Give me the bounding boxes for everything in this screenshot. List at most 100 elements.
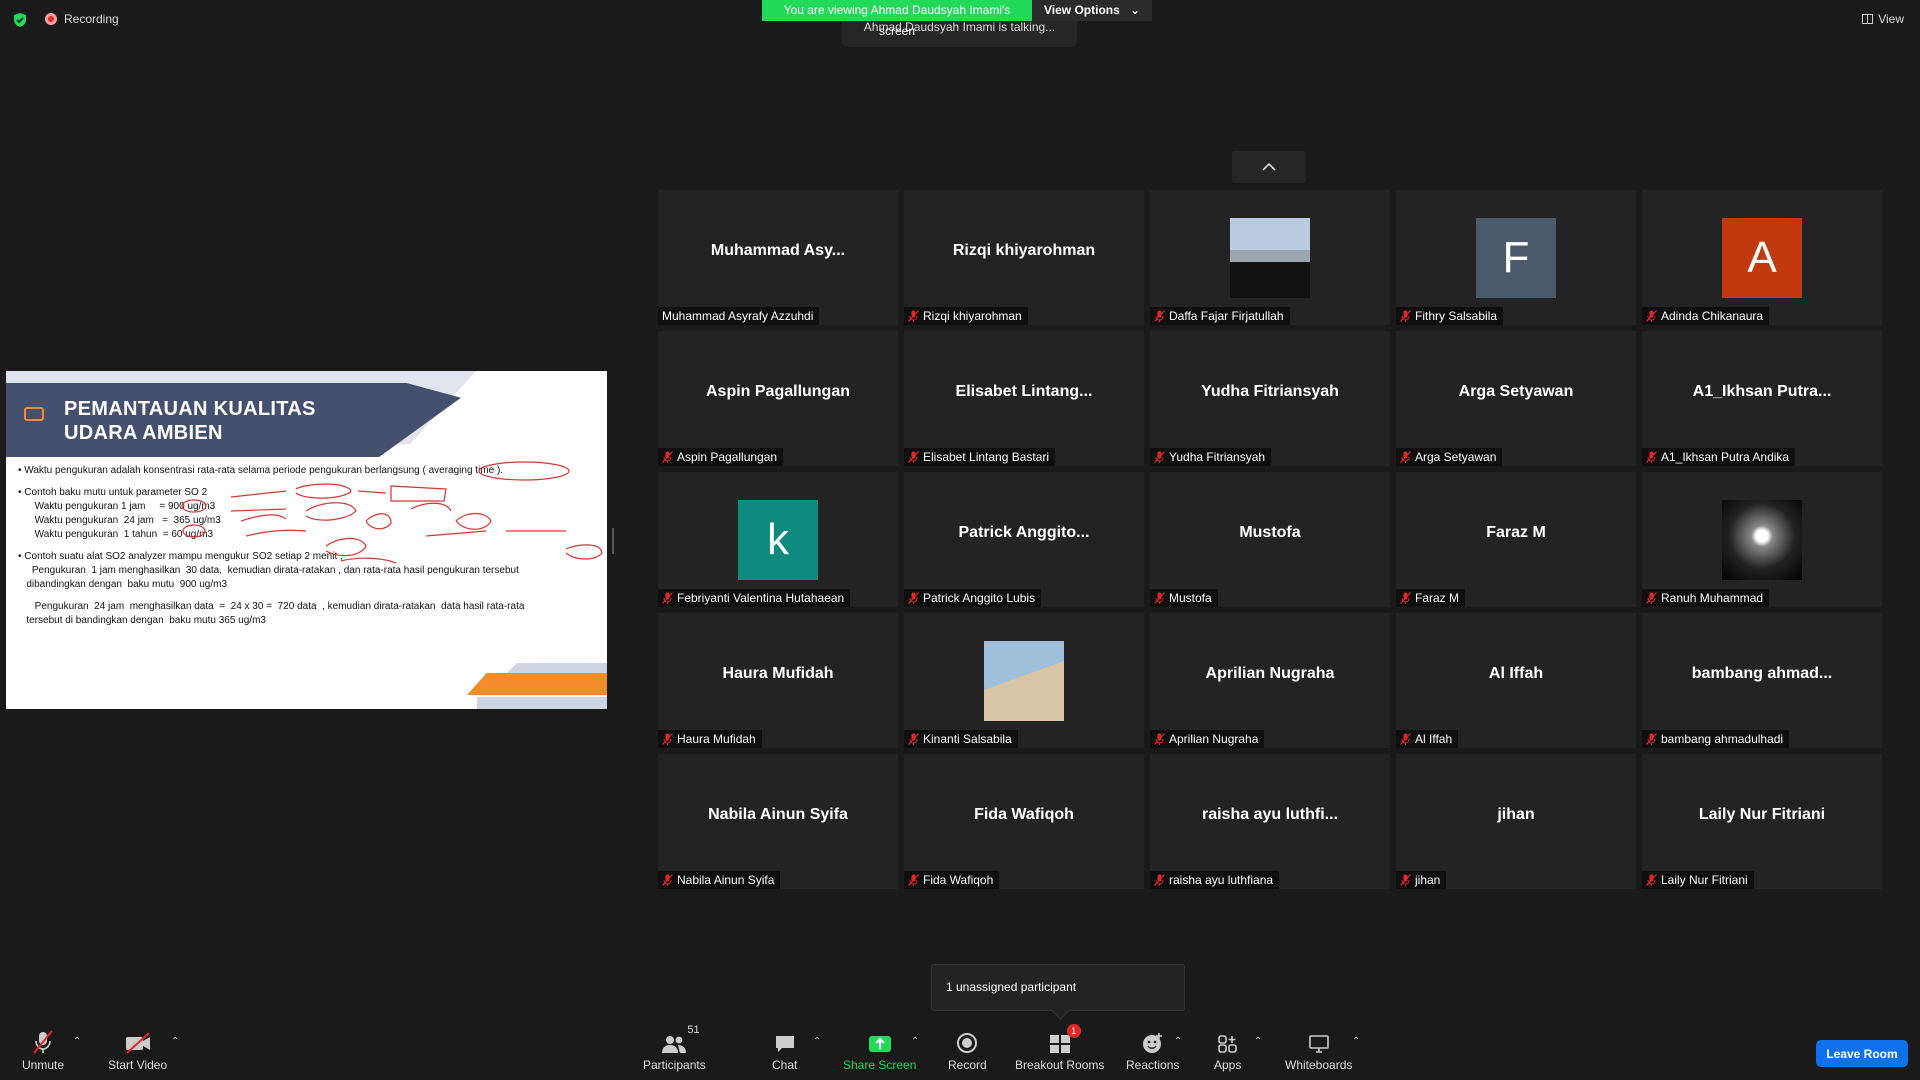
split-view-handle[interactable] xyxy=(612,528,614,554)
breakout-rooms-button[interactable]: 1 Breakout Rooms xyxy=(1015,1024,1104,1072)
apps-options-caret[interactable]: ⌃ xyxy=(1254,1036,1262,1047)
mic-muted-icon xyxy=(1154,451,1165,463)
participant-tile[interactable]: F Fithry Salsabila xyxy=(1396,190,1636,325)
participant-tile[interactable]: Elisabet Lintang... Elisabet Lintang Bast… xyxy=(904,331,1144,466)
participant-tile[interactable]: Kinanti Salsabila xyxy=(904,613,1144,748)
mic-muted-icon xyxy=(1400,733,1411,745)
participant-tile[interactable]: A Adinda Chikanaura xyxy=(1642,190,1882,325)
chat-label: Chat xyxy=(772,1058,798,1072)
mic-muted-icon xyxy=(1154,874,1165,886)
shared-screen[interactable]: PEMANTAUAN KUALITAS UDARA AMBIEN • Waktu… xyxy=(6,371,607,709)
participant-tile[interactable]: Patrick Anggito... Patrick Anggito Lubis xyxy=(904,472,1144,607)
view-button[interactable]: View xyxy=(1862,12,1904,26)
participant-name: Adinda Chikanaura xyxy=(1661,309,1764,323)
participant-name: Febriyanti Valentina Hutahaean xyxy=(677,591,845,605)
participant-name: bambang ahmadulhadi xyxy=(1661,732,1784,746)
participant-name-label: Arga Setyawan xyxy=(1396,448,1503,466)
participant-display-name: Arga Setyawan xyxy=(1458,383,1574,400)
mic-muted-icon xyxy=(908,874,919,886)
participant-tile[interactable]: Muhammad Asy... Muhammad Asyrafy Azzuhdi xyxy=(658,190,898,325)
participant-tile[interactable]: Fida Wafiqoh Fida Wafiqoh xyxy=(904,754,1144,889)
slide-footer-stripe xyxy=(507,663,607,673)
leave-room-button[interactable]: Leave Room xyxy=(1816,1040,1908,1067)
recording-indicator[interactable]: Recording xyxy=(45,12,119,26)
participant-tile[interactable]: raisha ayu luthfi... raisha ayu luthfiana xyxy=(1150,754,1390,889)
participant-tile[interactable]: Mustofa Mustofa xyxy=(1150,472,1390,607)
participants-button[interactable]: 51 Participants xyxy=(643,1024,706,1072)
slide-footer-accent xyxy=(467,673,607,695)
share-screen-label: Share Screen xyxy=(843,1058,917,1072)
mic-muted-icon xyxy=(662,592,673,604)
mic-muted-icon xyxy=(662,874,673,886)
viewing-banner-text: You are viewing Ahmad Daudsyah Imami's s… xyxy=(762,0,1032,38)
participant-display-name: bambang ahmad... xyxy=(1691,665,1833,682)
view-options-button[interactable]: View Options ⌄ xyxy=(1032,0,1152,21)
security-shield-icon[interactable] xyxy=(12,12,28,28)
participant-tile[interactable]: Yudha Fitriansyah Yudha Fitriansyah xyxy=(1150,331,1390,466)
avatar-letter: F xyxy=(1476,218,1556,298)
chat-button[interactable]: Chat xyxy=(772,1030,797,1072)
chat-options-caret[interactable]: ⌃ xyxy=(813,1036,821,1047)
unmute-button[interactable]: Unmute xyxy=(22,1030,64,1072)
view-label: View xyxy=(1878,12,1904,26)
participants-icon: 51 xyxy=(661,1024,700,1054)
audio-options-caret[interactable]: ⌃ xyxy=(73,1036,81,1047)
reactions-button[interactable]: Reactions xyxy=(1126,1030,1179,1072)
participant-name: Daffa Fajar Firjatullah xyxy=(1169,309,1284,323)
participant-name: Yudha Fitriansyah xyxy=(1169,450,1266,464)
participant-name: A1_Ikhsan Putra Andika xyxy=(1661,450,1790,464)
participant-tile[interactable]: Aprilian Nugraha Aprilian Nugraha xyxy=(1150,613,1390,748)
participant-display-name: Fida Wafiqoh xyxy=(974,806,1074,823)
participant-name: Aspin Pagallungan xyxy=(677,450,778,464)
participant-tile[interactable]: Laily Nur Fitriani Laily Nur Fitriani xyxy=(1642,754,1882,889)
participant-name: Muhammad Asyrafy Azzuhdi xyxy=(662,309,814,323)
participant-tile[interactable]: Haura Mufidah Haura Mufidah xyxy=(658,613,898,748)
mic-muted-icon xyxy=(1154,310,1165,322)
apps-label: Apps xyxy=(1214,1058,1242,1072)
mic-muted-icon xyxy=(662,733,673,745)
participant-tile[interactable]: Rizqi khiyarohman Rizqi khiyarohman xyxy=(904,190,1144,325)
participant-display-name: Al Iffah xyxy=(1488,665,1544,682)
unassigned-participants-tooltip[interactable]: 1 unassigned participant xyxy=(931,964,1185,1011)
gallery-scroll-up-button[interactable] xyxy=(1232,151,1306,183)
apps-button[interactable]: Apps xyxy=(1214,1030,1241,1072)
participant-tile[interactable]: Daffa Fajar Firjatullah xyxy=(1150,190,1390,325)
participant-tile[interactable]: Al Iffah Al Iffah xyxy=(1396,613,1636,748)
participant-name-label: Ranuh Muhammad xyxy=(1642,589,1770,607)
participant-display-name: A1_Ikhsan Putra... xyxy=(1692,383,1832,400)
participant-name: Patrick Anggito Lubis xyxy=(923,591,1036,605)
avatar-photo xyxy=(1230,218,1310,298)
participant-name: Fida Wafiqoh xyxy=(923,873,994,887)
participant-tile[interactable]: k Febriyanti Valentina Hutahaean xyxy=(658,472,898,607)
participants-count: 51 xyxy=(687,1024,700,1036)
participant-tile[interactable]: Faraz M Faraz M xyxy=(1396,472,1636,607)
video-options-caret[interactable]: ⌃ xyxy=(171,1036,179,1047)
participant-tile[interactable]: Ranuh Muhammad xyxy=(1642,472,1882,607)
participant-tile[interactable]: Aspin Pagallungan Aspin Pagallungan xyxy=(658,331,898,466)
mic-muted-icon xyxy=(1154,592,1165,604)
mic-muted-icon xyxy=(908,592,919,604)
unassigned-participants-text: 1 unassigned participant xyxy=(946,980,1077,994)
whiteboards-label: Whiteboards xyxy=(1285,1058,1353,1072)
reactions-icon xyxy=(1142,1030,1164,1054)
whiteboards-button[interactable]: Whiteboards xyxy=(1285,1030,1352,1072)
share-screen-button[interactable]: Share Screen xyxy=(843,1030,916,1072)
start-video-button[interactable]: Start Video xyxy=(108,1030,167,1072)
record-button[interactable]: Record xyxy=(948,1030,987,1072)
participant-tile[interactable]: Arga Setyawan Arga Setyawan xyxy=(1396,331,1636,466)
participant-display-name: Muhammad Asy... xyxy=(710,242,846,259)
participant-tile[interactable]: A1_Ikhsan Putra... A1_Ikhsan Putra Andika xyxy=(1642,331,1882,466)
view-options-label: View Options xyxy=(1044,3,1120,17)
share-options-caret[interactable]: ⌃ xyxy=(911,1036,919,1047)
participant-tile[interactable]: jihan jihan xyxy=(1396,754,1636,889)
participant-name: Mustofa xyxy=(1169,591,1212,605)
reactions-options-caret[interactable]: ⌃ xyxy=(1174,1036,1182,1047)
participant-name-label: jihan xyxy=(1396,871,1447,889)
participant-name: Ranuh Muhammad xyxy=(1661,591,1764,605)
chevron-up-icon xyxy=(1262,163,1276,171)
participant-tile[interactable]: Nabila Ainun Syifa Nabila Ainun Syifa xyxy=(658,754,898,889)
screen-share-banner: You are viewing Ahmad Daudsyah Imami's s… xyxy=(762,0,1152,38)
participant-tile[interactable]: bambang ahmad... bambang ahmadulhadi xyxy=(1642,613,1882,748)
whiteboards-options-caret[interactable]: ⌃ xyxy=(1352,1036,1360,1047)
mic-muted-icon xyxy=(1400,451,1411,463)
